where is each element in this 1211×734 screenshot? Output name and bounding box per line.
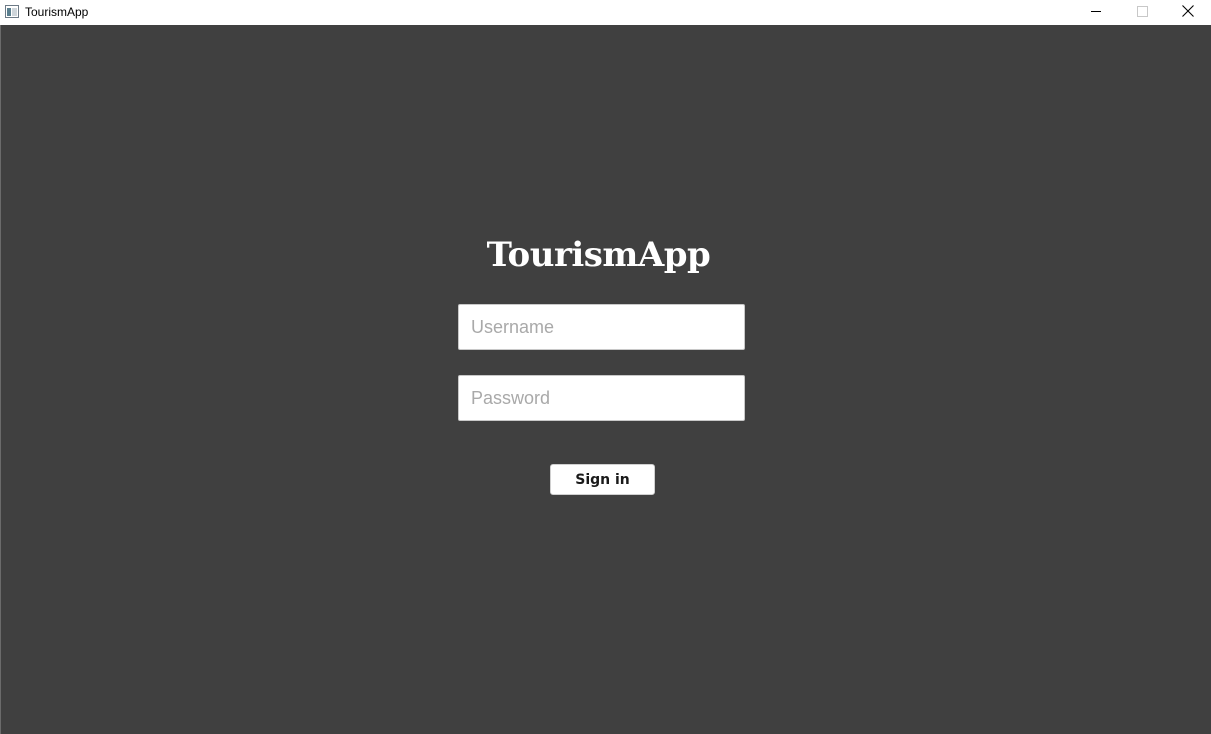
maximize-icon bbox=[1136, 4, 1148, 22]
password-input[interactable] bbox=[458, 375, 745, 421]
close-button[interactable] bbox=[1165, 0, 1211, 25]
login-heading: TourismApp bbox=[486, 235, 711, 275]
title-bar[interactable]: TourismApp bbox=[0, 0, 1211, 25]
sign-in-button[interactable]: Sign in bbox=[550, 464, 655, 495]
app-window: TourismApp TourismApp Sign in bbox=[0, 0, 1211, 734]
app-window-icon bbox=[5, 5, 19, 18]
minimize-icon bbox=[1090, 4, 1102, 22]
close-icon bbox=[1182, 4, 1194, 22]
login-panel: TourismApp Sign in bbox=[1, 25, 1211, 734]
minimize-button[interactable] bbox=[1073, 0, 1119, 25]
username-input[interactable] bbox=[458, 304, 745, 350]
maximize-button[interactable] bbox=[1119, 0, 1165, 25]
window-title: TourismApp bbox=[25, 5, 89, 19]
